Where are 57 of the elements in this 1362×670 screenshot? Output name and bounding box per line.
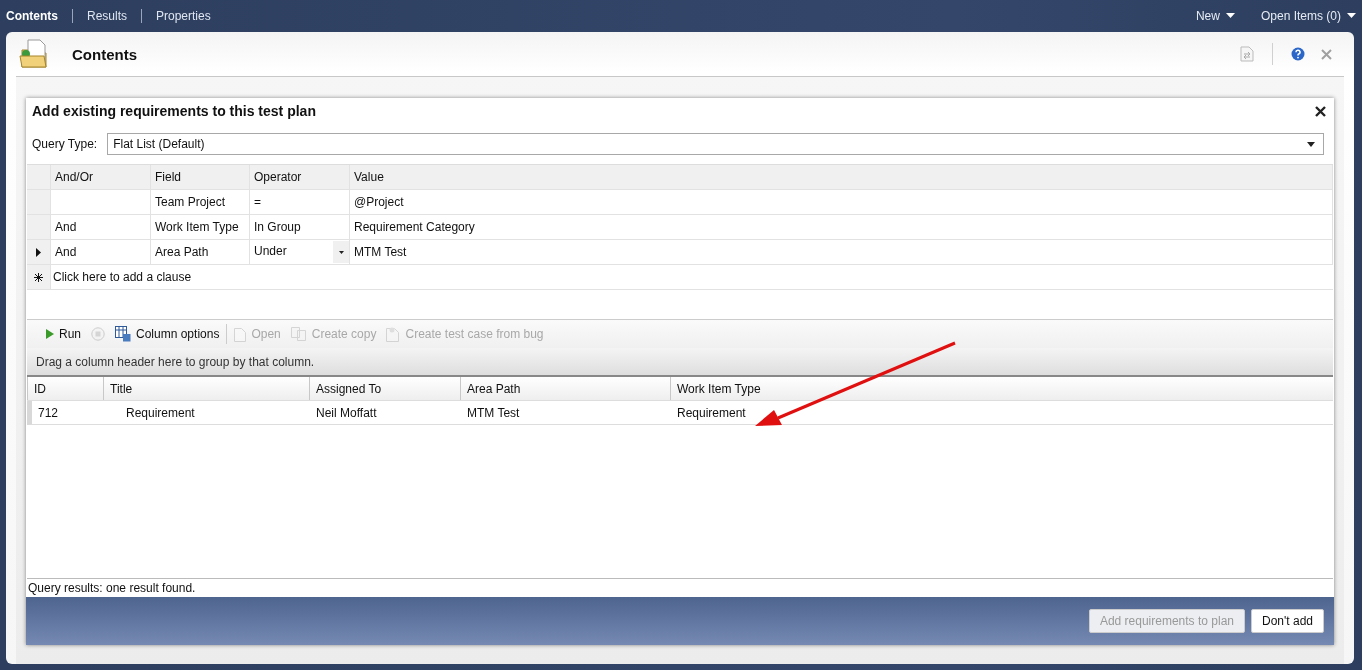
caret-icon bbox=[1347, 12, 1356, 19]
table-cell-text: Neil Moffatt bbox=[315, 404, 378, 422]
page-title: Contents bbox=[72, 45, 137, 63]
table-cell: Requirement Category bbox=[350, 215, 1333, 239]
row-header[interactable] bbox=[27, 240, 51, 264]
operator-dropdown[interactable]: Under bbox=[250, 240, 350, 264]
table-cell-text: Requirement bbox=[676, 404, 747, 422]
table-cell: MTM Test bbox=[350, 240, 1333, 264]
group-hint: Drag a column header here to group by that column. bbox=[36, 354, 315, 369]
document-icon bbox=[386, 326, 401, 342]
nav-tab[interactable]: Properties bbox=[156, 8, 211, 23]
folder-document-icon bbox=[18, 38, 50, 70]
column-header[interactable]: Work Item Type bbox=[670, 377, 1333, 400]
table-cell-text: Requirement bbox=[125, 404, 196, 422]
nav-menu[interactable]: New bbox=[1195, 8, 1235, 23]
toolbar-button[interactable]: Run bbox=[43, 325, 84, 343]
play-icon bbox=[46, 329, 54, 339]
table-cell: And bbox=[55, 220, 77, 234]
document-icon bbox=[234, 326, 247, 342]
table-cell: Team Project bbox=[151, 190, 250, 214]
current-row-icon bbox=[36, 247, 41, 257]
query-type-dropdown[interactable]: Flat List (Default) bbox=[107, 133, 1324, 155]
table-cell-text: 712 bbox=[37, 404, 60, 422]
table-cell-text: MTM Test bbox=[466, 404, 521, 422]
table-cell: In Group bbox=[250, 215, 350, 239]
column-header[interactable]: And/Or bbox=[51, 165, 151, 189]
copy-icon bbox=[290, 327, 307, 341]
nav-tab[interactable]: Contents bbox=[6, 8, 58, 23]
help-icon[interactable] bbox=[1291, 47, 1305, 61]
dialog-button[interactable]: Don't add bbox=[1251, 609, 1324, 633]
table-cell: Work Item Type bbox=[151, 215, 250, 239]
close-icon[interactable] bbox=[1315, 105, 1326, 117]
table-cell: = bbox=[250, 190, 350, 214]
column-header[interactable]: Field bbox=[151, 165, 250, 189]
table-icon bbox=[115, 326, 131, 342]
column-header[interactable]: ID bbox=[27, 377, 103, 400]
column-header[interactable]: Value bbox=[350, 165, 1333, 189]
table-cell: And bbox=[55, 245, 77, 259]
status-text: Query results: one result found. bbox=[28, 581, 196, 595]
column-header[interactable]: Area Path bbox=[460, 377, 670, 400]
table-cell: Area Path bbox=[151, 240, 250, 264]
new-row-icon bbox=[34, 272, 43, 282]
caret-icon bbox=[1307, 141, 1315, 147]
column-header[interactable]: Title bbox=[103, 377, 309, 400]
query-type-label: Query Type: bbox=[32, 137, 98, 151]
caret-icon bbox=[338, 250, 344, 254]
table-cell: @Project bbox=[350, 190, 1333, 214]
column-header[interactable]: Operator bbox=[250, 165, 350, 189]
stop-icon bbox=[91, 327, 105, 341]
caret-icon bbox=[1225, 12, 1235, 19]
nav-tab[interactable]: Results bbox=[87, 8, 127, 23]
add-clause-link[interactable]: Click here to add a clause bbox=[51, 265, 1333, 289]
refresh-document-icon[interactable] bbox=[1240, 46, 1254, 62]
toolbar-button[interactable]: Column options bbox=[112, 324, 223, 344]
nav-menu[interactable]: Open Items (0) bbox=[1260, 8, 1356, 23]
column-header[interactable]: Assigned To bbox=[309, 377, 460, 400]
dialog-title: Add existing requirements to this test plan bbox=[32, 103, 316, 119]
